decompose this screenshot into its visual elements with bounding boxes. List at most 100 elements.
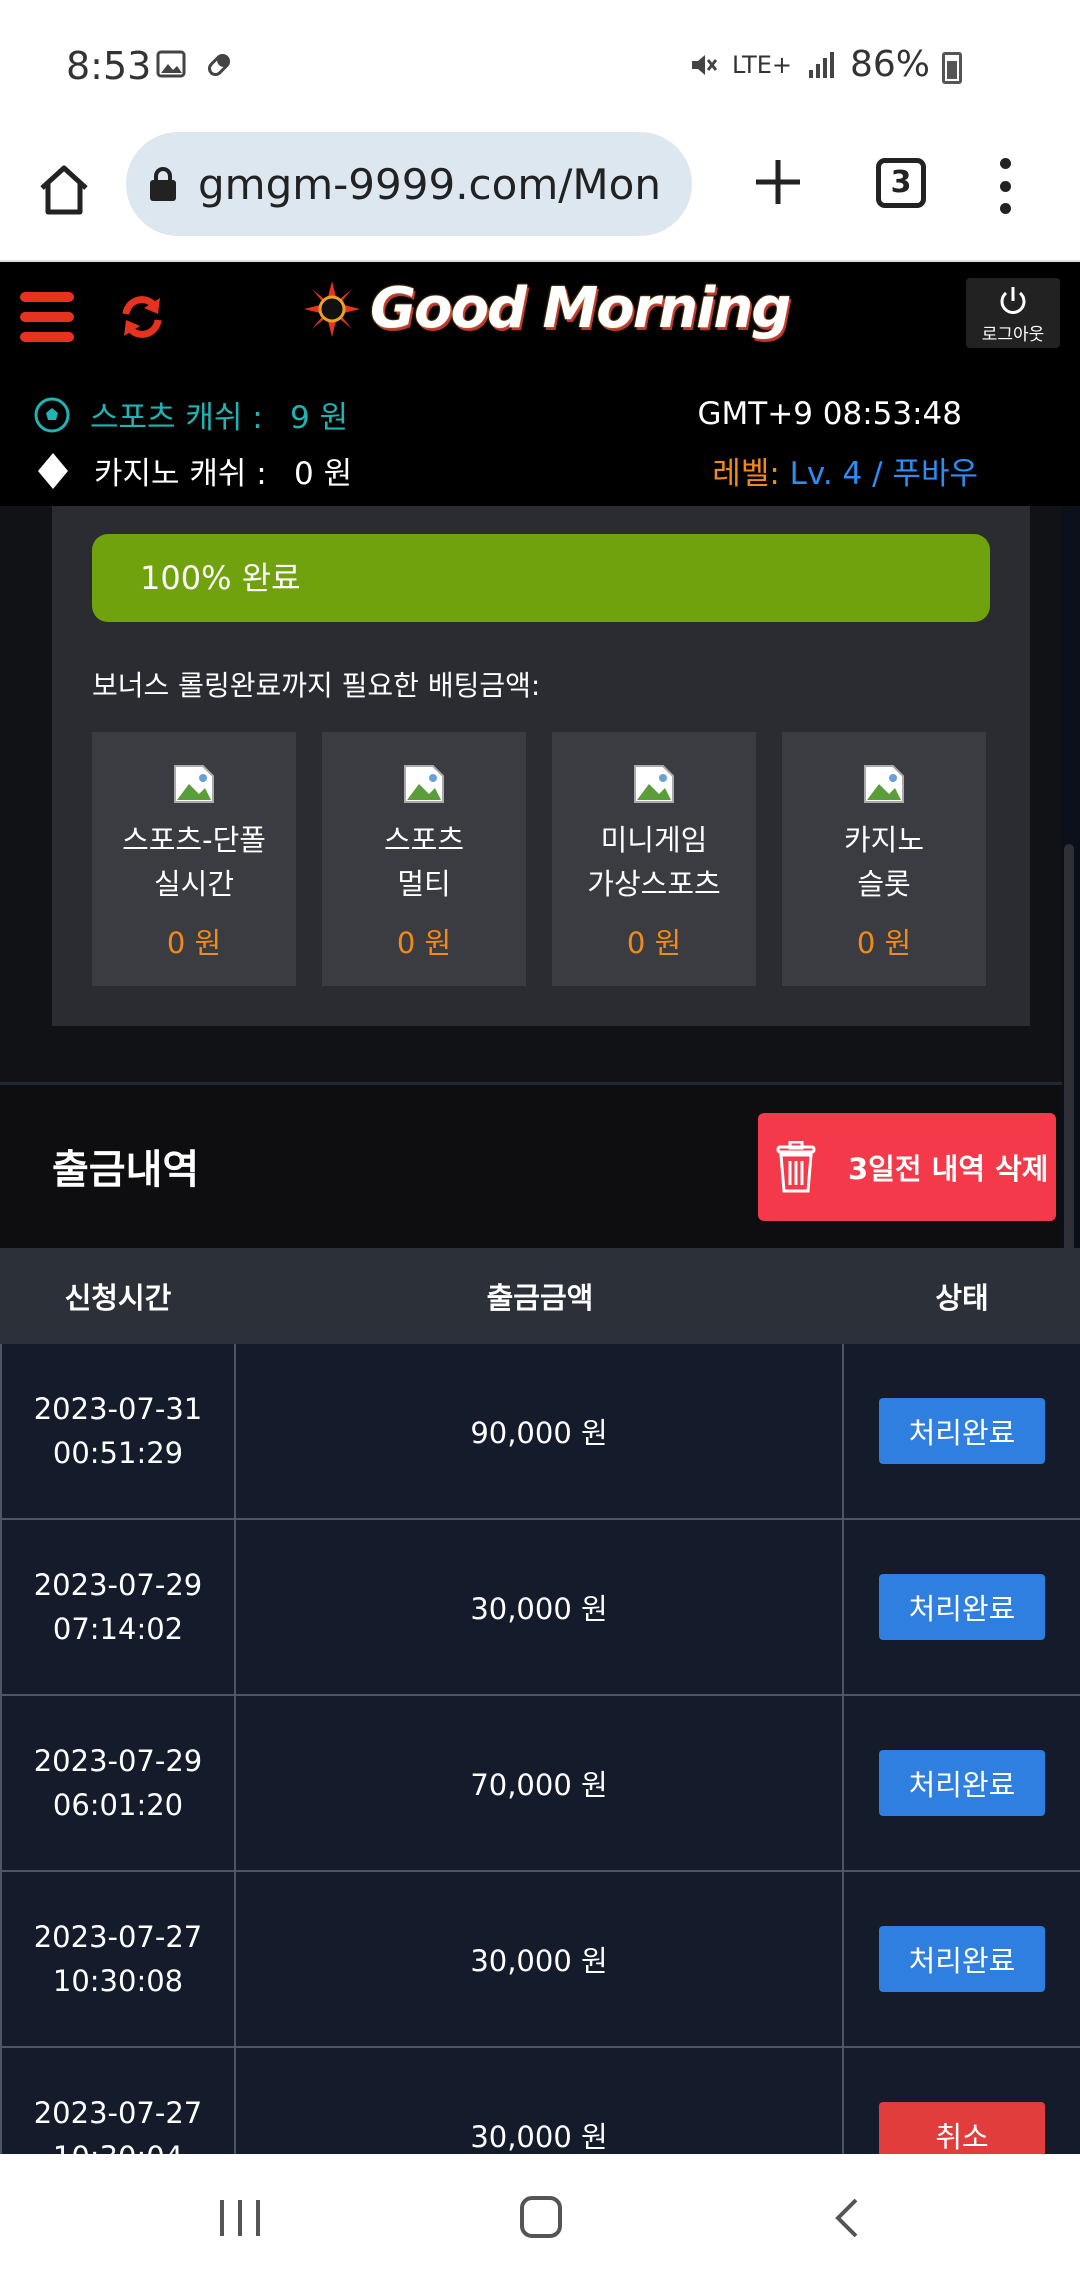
trash-icon [776,1141,816,1193]
delete-old-history-button[interactable]: 3일전 내역 삭제 [758,1113,1056,1221]
card-line2: 실시간 [153,867,235,901]
betting-cards: 스포츠-단폴실시간 0 원 스포츠멀티 0 원 미니게임가상스포츠 0 원 [92,732,986,986]
new-tab-icon[interactable] [750,154,806,210]
row-amount: 30,000 원 [236,1520,844,1694]
broken-image-icon [173,764,215,804]
status-badge: 처리완료 [879,1574,1045,1640]
power-icon [1000,287,1026,314]
table-row: 2023-07-29 07:14:02 30,000 원 처리완료 [0,1520,1080,1696]
level-label: 레벨: [712,456,780,492]
row-time: 07:14:02 [52,1612,184,1646]
row-date: 2023-07-31 [33,1392,203,1426]
pill-icon [207,53,231,77]
more-menu-icon[interactable] [998,158,1012,214]
site-logo[interactable]: Good Morning [302,276,791,341]
card-line1: 카지노 [843,823,925,857]
bonus-note: 보너스 롤링완료까지 필요한 배팅금액: [92,669,541,702]
bonus-section: 100% 완료 보너스 롤링완료까지 필요한 배팅금액: 스포츠-단폴실시간 0… [0,506,1062,1082]
status-badge: 처리완료 [879,1398,1045,1464]
home-nav-icon[interactable] [520,2196,562,2238]
row-date: 2023-07-29 [33,1744,203,1778]
casino-cash-label: 카지노 캐쉬 : [94,456,267,492]
status-bar: 8:53 LTE+ 86% [0,0,1080,132]
bonus-panel: 100% 완료 보너스 롤링완료까지 필요한 배팅금액: 스포츠-단폴실시간 0… [52,506,1030,1026]
request-time: 2023-07-29 06:01:20 [0,1696,236,1870]
rolling-progress-bar: 100% 완료 [92,534,990,622]
delete-label: 3일전 내역 삭제 [848,1152,1049,1186]
user-level: 레벨: Lv. 4 / 푸바우 [712,448,978,493]
broken-image-icon [403,764,445,804]
home-icon[interactable] [34,160,94,220]
request-time: 2023-07-27 10:30:08 [0,1872,236,2046]
card-amount: 0 원 [626,926,682,960]
status-badge: 처리완료 [879,1926,1045,1992]
row-amount: 70,000 원 [236,1696,844,1870]
sun-icon [304,280,360,337]
mute-icon [691,54,718,75]
server-clock: GMT+9 08:53:48 [697,396,962,432]
url-bar[interactable]: gmgm-9999.com/Mon [126,132,692,236]
sports-cash: 스포츠 캐쉬 : 9 원 [34,392,348,437]
network-type: LTE+ [731,50,792,79]
tab-switcher-button[interactable]: 3 [876,158,926,208]
card-sports-single: 스포츠-단폴실시간 0 원 [92,732,296,986]
table-row: 2023-07-29 06:01:20 70,000 원 처리완료 [0,1696,1080,1872]
url-text: gmgm-9999.com/Mon [198,159,661,209]
table-row: 2023-07-27 10:30:08 30,000 원 처리완료 [0,1872,1080,2048]
card-sports-multi: 스포츠멀티 0 원 [322,732,526,986]
col-status: 상태 [935,1281,989,1315]
row-date: 2023-07-27 [33,2096,203,2130]
card-line2: 가상스포츠 [587,867,721,901]
signal-icon [808,51,834,78]
row-time: 06:01:20 [52,1788,184,1822]
history-title: 출금내역 [52,1147,200,1193]
image-icon [156,50,186,78]
card-casino: 카지노슬롯 0 원 [782,732,986,986]
casino-cash-value: 0 원 [294,456,353,492]
back-icon[interactable] [828,2196,868,2240]
logo-text: Good Morning [370,276,791,341]
row-amount: 30,000 원 [236,1872,844,2046]
battery-icon [942,52,962,84]
recent-apps-icon[interactable] [220,2200,260,2236]
table-row: 2023-07-31 00:51:29 90,000 원 처리완료 [0,1344,1080,1520]
card-amount: 0 원 [856,926,912,960]
card-amount: 0 원 [396,926,452,960]
card-line2: 슬롯 [857,867,911,901]
hamburger-menu-icon[interactable] [20,292,74,342]
card-line1: 미니게임 [600,823,708,857]
card-line2: 멀티 [397,867,451,901]
sports-cash-value: 9 원 [290,400,349,436]
casino-cash: 카지노 캐쉬 : 0 원 [34,448,352,493]
card-amount: 0 원 [166,926,222,960]
card-line1: 스포츠-단폴 [122,823,266,857]
row-amount: 90,000 원 [236,1344,844,1518]
request-time: 2023-07-31 00:51:29 [0,1344,236,1518]
request-time: 2023-07-29 07:14:02 [0,1520,236,1694]
logout-button[interactable]: 로그아웃 [966,278,1060,348]
withdrawal-history-header: 출금내역 3일전 내역 삭제 [0,1082,1062,1248]
card-line1: 스포츠 [383,823,465,857]
col-amount: 출금금액 [486,1281,594,1315]
broken-image-icon [863,764,905,804]
refresh-icon[interactable] [118,290,166,344]
soccer-ball-icon [34,397,70,432]
site-header: Good Morning 로그아웃 스포츠 캐쉬 : 9 원 카지노 캐쉬 : … [0,262,1080,506]
lock-icon [150,167,176,201]
battery-percent: 86% [849,44,930,85]
browser-toolbar: gmgm-9999.com/Mon 3 [0,132,1080,262]
level-value: Lv. 4 / 푸바우 [789,456,978,492]
card-minigame: 미니게임가상스포츠 0 원 [552,732,756,986]
withdrawal-table: 신청시간 출금금액 상태 2023-07-31 00:51:29 90,000 원… [0,1248,1080,2224]
row-time: 10:30:08 [52,1964,184,1998]
col-request-time: 신청시간 [64,1281,172,1315]
logout-label: 로그아웃 [981,325,1045,345]
status-time: 8:53 [66,44,152,88]
table-header: 신청시간 출금금액 상태 [0,1248,1080,1344]
diamond-icon [38,452,68,489]
sports-cash-label: 스포츠 캐쉬 : [90,400,263,436]
row-date: 2023-07-29 [33,1568,203,1602]
row-date: 2023-07-27 [33,1920,203,1954]
system-nav-bar [0,2154,1080,2280]
broken-image-icon [633,764,675,804]
